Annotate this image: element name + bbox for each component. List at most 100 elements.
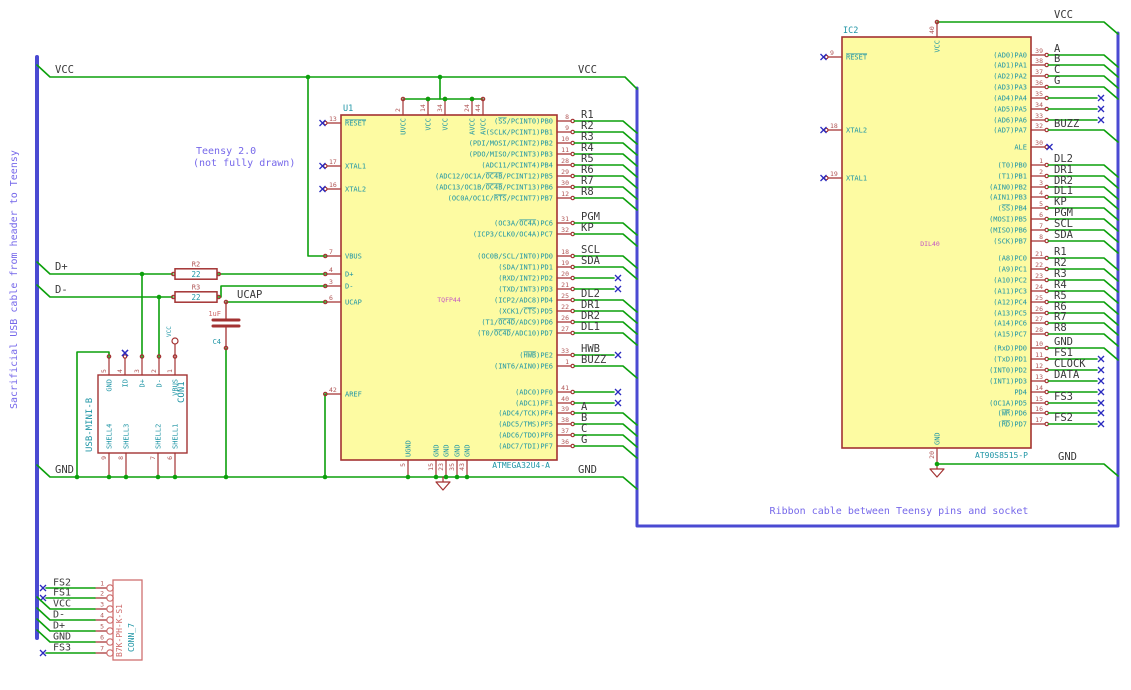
note-ribbon-cable: Ribbon cable between Teensy pins and soc… (770, 506, 1029, 517)
net-label-G[interactable]: G (581, 434, 587, 446)
pin-number: 17 (329, 158, 337, 166)
net-label-D-[interactable]: D- (55, 284, 68, 296)
pin-name: (A15)PC7 (993, 331, 1027, 339)
no-connect-icon (1097, 399, 1105, 407)
pin-name: (RxD)PD0 (993, 345, 1027, 353)
net-label-GND[interactable]: GND (53, 632, 71, 643)
net-label-DL1[interactable]: DL1 (581, 321, 600, 333)
net-label-D+[interactable]: D+ (53, 621, 65, 632)
wire-dminus-rail2[interactable] (216, 285, 328, 298)
junction-dot (139, 271, 145, 277)
ref-R2: R2 (192, 261, 200, 269)
net-label-SDA[interactable]: SDA (1054, 229, 1074, 241)
net-label-D+[interactable]: D+ (55, 261, 68, 273)
pin-number: 39 (561, 405, 569, 413)
pin-number: 22 (561, 303, 569, 311)
pin-number: 23 (1035, 272, 1043, 280)
pin-name: VBUS (345, 253, 362, 261)
pin-name: (A14)PC6 (993, 320, 1027, 328)
pin-name: (TXD/INT3)PD3 (498, 286, 553, 294)
pin-name: (ADC5/TMS)PF5 (498, 421, 553, 429)
no-connect-icon (39, 584, 47, 592)
pin-name: SHELL3 (123, 424, 131, 449)
net-label-VCC[interactable]: VCC (53, 599, 71, 610)
junction-dot (454, 474, 460, 480)
pin-number: 42 (329, 386, 337, 394)
net-label-GND[interactable]: GND (578, 464, 597, 476)
net-label-G[interactable]: G (1054, 75, 1060, 87)
pin-number: 14 (419, 104, 427, 112)
value-u1: ATMEGA32U4-A (492, 461, 550, 470)
net-label-BUZZ[interactable]: BUZZ (581, 354, 606, 366)
pin-name: AVCC (480, 118, 488, 135)
net-label-UCAP[interactable]: UCAP (237, 289, 262, 301)
net-wire-BUZZ[interactable] (573, 365, 638, 379)
pin-name: (AD6)PA6 (993, 117, 1027, 125)
pin-number: 8 (117, 456, 125, 460)
junction-dot (123, 474, 129, 480)
net-label-GND[interactable]: GND (55, 464, 74, 476)
pin-number: 34 (1035, 101, 1043, 109)
pin-number: 3 (100, 601, 104, 609)
pin-name: (T1)PB1 (997, 173, 1027, 181)
no-connect-icon (1097, 377, 1105, 385)
pin-number: 28 (561, 157, 569, 165)
value-C4: 1uF (208, 310, 221, 318)
pin-name: D+ (345, 271, 353, 279)
net-label-VCC[interactable]: VCC (55, 64, 74, 76)
net-label-FS2[interactable]: FS2 (1054, 412, 1073, 424)
net-label-KP[interactable]: KP (581, 222, 594, 234)
net-label-DATA[interactable]: DATA (1054, 369, 1080, 381)
note-usb-cable: Sacrificial USB cable from header to Tee… (9, 150, 20, 409)
pin-name: XTAL2 (846, 127, 867, 135)
pin-number: 37 (1035, 68, 1043, 76)
pin-name: SHELL2 (155, 424, 163, 449)
value-R2: 22 (191, 270, 200, 279)
net-label-FS3[interactable]: FS3 (1054, 391, 1073, 403)
net-label-VCC[interactable]: VCC (578, 64, 597, 76)
pin-name: XTAL2 (345, 186, 366, 194)
pin-name: (SCLK/PCINT1)PB1 (486, 129, 553, 137)
net-label-VCC[interactable]: VCC (1054, 9, 1073, 21)
junction-dot (322, 474, 328, 480)
pin-name: (PDI/MOSI/PCINT2)PB2 (469, 140, 553, 148)
pin-circle (106, 649, 114, 657)
wire-vcc-rail[interactable] (36, 64, 638, 90)
pin-number: 22 (1035, 261, 1043, 269)
pin-number: 18 (830, 122, 838, 130)
net-wire-R8[interactable] (573, 197, 638, 211)
net-wire-G[interactable] (573, 445, 638, 459)
note-teensy-line2: (not fully drawn) (193, 158, 295, 169)
pin-name: (A10)PC2 (993, 277, 1027, 285)
pin-number: 38 (561, 416, 569, 424)
pin-number: 19 (561, 259, 569, 267)
pin-number: 1 (166, 369, 174, 373)
wire-ic2-gnd-wire[interactable] (936, 463, 1119, 477)
pin-number: 27 (1035, 315, 1043, 323)
pin-name: (ADC1)PF1 (515, 400, 553, 408)
pin-number: 7 (100, 645, 104, 653)
pin-number: 23 (437, 463, 445, 471)
wire-ic2-vcc-wire[interactable] (936, 21, 1119, 35)
net-wire-BUZZ[interactable] (1047, 129, 1119, 143)
pin-number: 9 (830, 49, 834, 57)
pin-number: 7 (1039, 222, 1043, 230)
pin-name: (T0)PB0 (997, 162, 1027, 170)
wire-aref-wire[interactable] (324, 393, 328, 478)
pin-number: 19 (830, 170, 838, 178)
net-label-R8[interactable]: R8 (581, 186, 594, 198)
net-label-BUZZ[interactable]: BUZZ (1054, 118, 1079, 130)
no-connect-icon (1097, 388, 1105, 396)
pin-name: ALE (1014, 144, 1027, 152)
net-label-R8[interactable]: R8 (1054, 322, 1067, 334)
net-label-FS3[interactable]: FS3 (53, 643, 71, 654)
net-label-FS1[interactable]: FS1 (53, 588, 71, 599)
pin-number: 40 (928, 26, 936, 34)
pin-number: 12 (561, 190, 569, 198)
junction-dot (437, 74, 443, 80)
net-label-GND[interactable]: GND (1058, 451, 1077, 463)
pin-name: UCAP (345, 299, 362, 307)
net-label-D-[interactable]: D- (53, 610, 65, 621)
no-connect-icon (1097, 355, 1105, 363)
net-label-SDA[interactable]: SDA (581, 255, 601, 267)
